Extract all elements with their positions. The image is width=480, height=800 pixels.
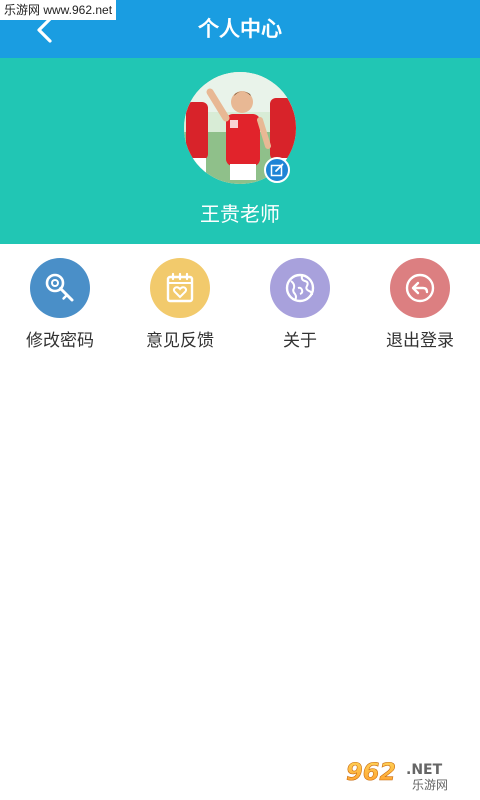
watermark-top-text: 乐游网 www.962.net	[0, 0, 117, 20]
svg-text:962: 962	[346, 758, 396, 786]
logout-button[interactable]: 退出登录	[360, 258, 480, 354]
user-name: 王贵老师	[200, 202, 280, 226]
menu-grid: 修改密码 意见反馈 关于 退出登录	[0, 244, 480, 354]
about-icon-circle	[270, 258, 330, 318]
edit-icon	[270, 163, 284, 177]
globe-icon	[285, 273, 315, 303]
logout-icon-circle	[390, 258, 450, 318]
profile-section: 王贵老师	[0, 58, 480, 244]
logout-arrow-icon	[405, 273, 435, 303]
about-button[interactable]: 关于	[240, 258, 360, 354]
watermark-logo: 962 .NET 乐游网	[344, 756, 472, 792]
logout-label: 退出登录	[386, 331, 454, 351]
calendar-heart-icon	[166, 272, 194, 303]
change-password-label: 修改密码	[26, 331, 94, 351]
feedback-button[interactable]: 意见反馈	[120, 258, 240, 354]
feedback-icon-circle	[150, 258, 210, 318]
change-password-icon-circle	[30, 258, 90, 318]
svg-text:.NET: .NET	[406, 762, 443, 778]
about-label: 关于	[283, 331, 317, 351]
key-icon	[45, 273, 74, 302]
svg-text:乐游网: 乐游网	[412, 778, 448, 792]
edit-avatar-button[interactable]	[264, 157, 290, 183]
change-password-button[interactable]: 修改密码	[0, 258, 120, 354]
feedback-label: 意见反馈	[146, 331, 214, 351]
